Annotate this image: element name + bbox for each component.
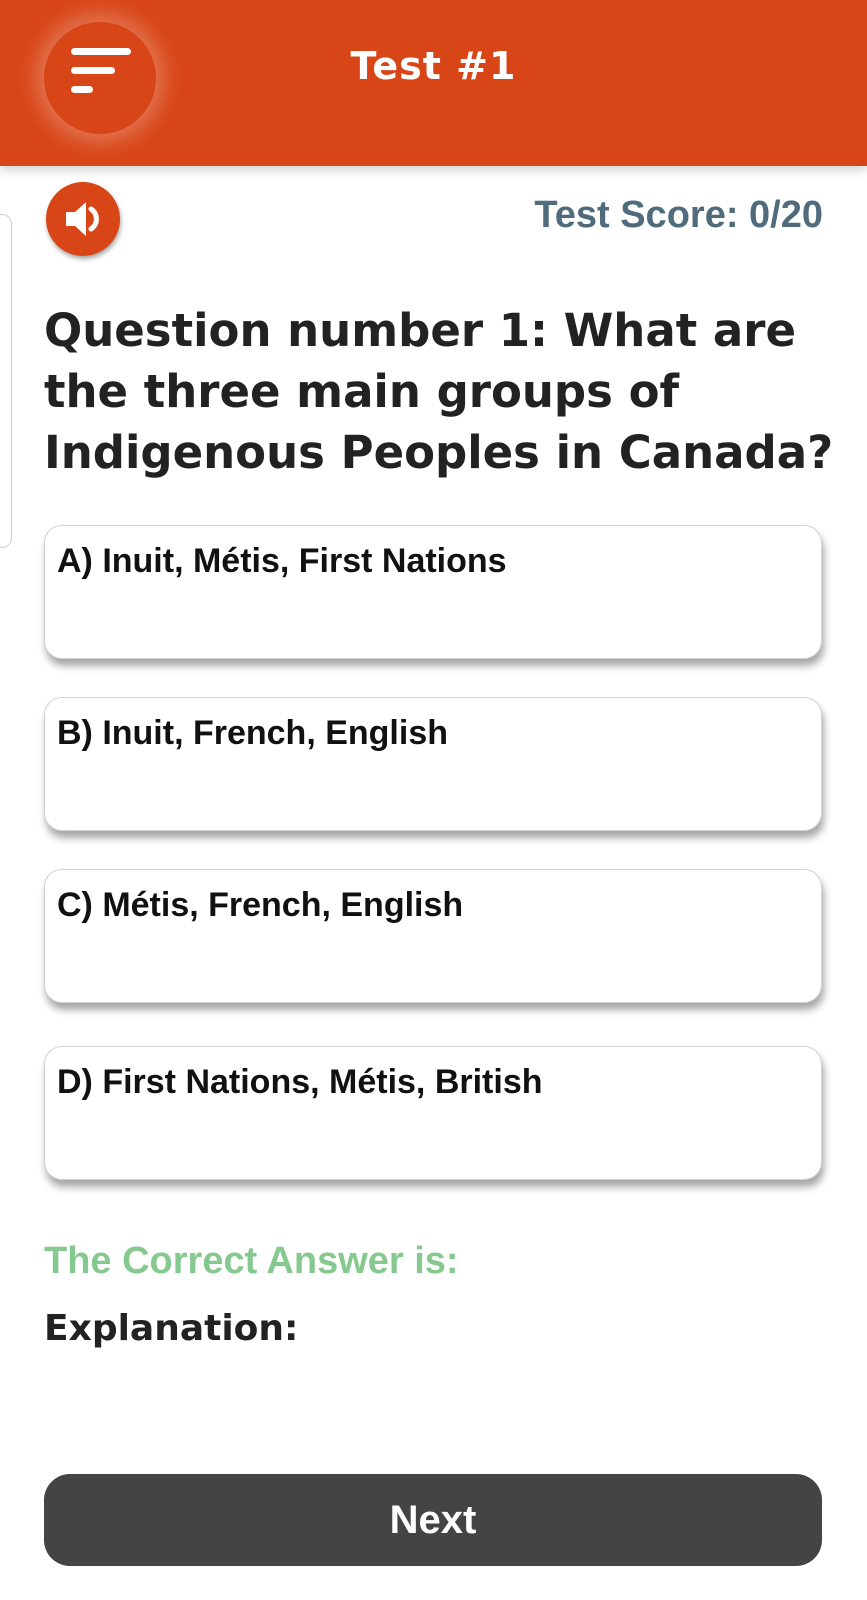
speaker-icon	[66, 202, 99, 236]
app-header: Test #1	[0, 0, 867, 166]
play-audio-button[interactable]	[46, 182, 120, 256]
answer-option-label: B) Inuit, French, English	[57, 714, 448, 752]
test-score: Test Score: 0/20	[534, 194, 823, 236]
side-drawer-edge[interactable]	[0, 214, 12, 548]
answer-option-b[interactable]: B) Inuit, French, English	[44, 697, 822, 831]
answer-option-label: C) Métis, French, English	[57, 886, 464, 924]
correct-answer-label: The Correct Answer is:	[44, 1240, 459, 1282]
next-button[interactable]: Next	[44, 1474, 822, 1566]
answer-option-c[interactable]: C) Métis, French, English	[44, 869, 822, 1003]
answer-option-a[interactable]: A) Inuit, Métis, First Nations	[44, 525, 822, 659]
explanation-label: Explanation:	[44, 1308, 299, 1349]
answer-option-label: D) First Nations, Métis, British	[57, 1063, 543, 1101]
question-text: Question number 1: What are the three ma…	[44, 304, 834, 479]
page-title: Test #1	[350, 44, 517, 88]
answer-option-label: A) Inuit, Métis, First Nations	[57, 542, 507, 580]
answer-option-d[interactable]: D) First Nations, Métis, British	[44, 1046, 822, 1180]
